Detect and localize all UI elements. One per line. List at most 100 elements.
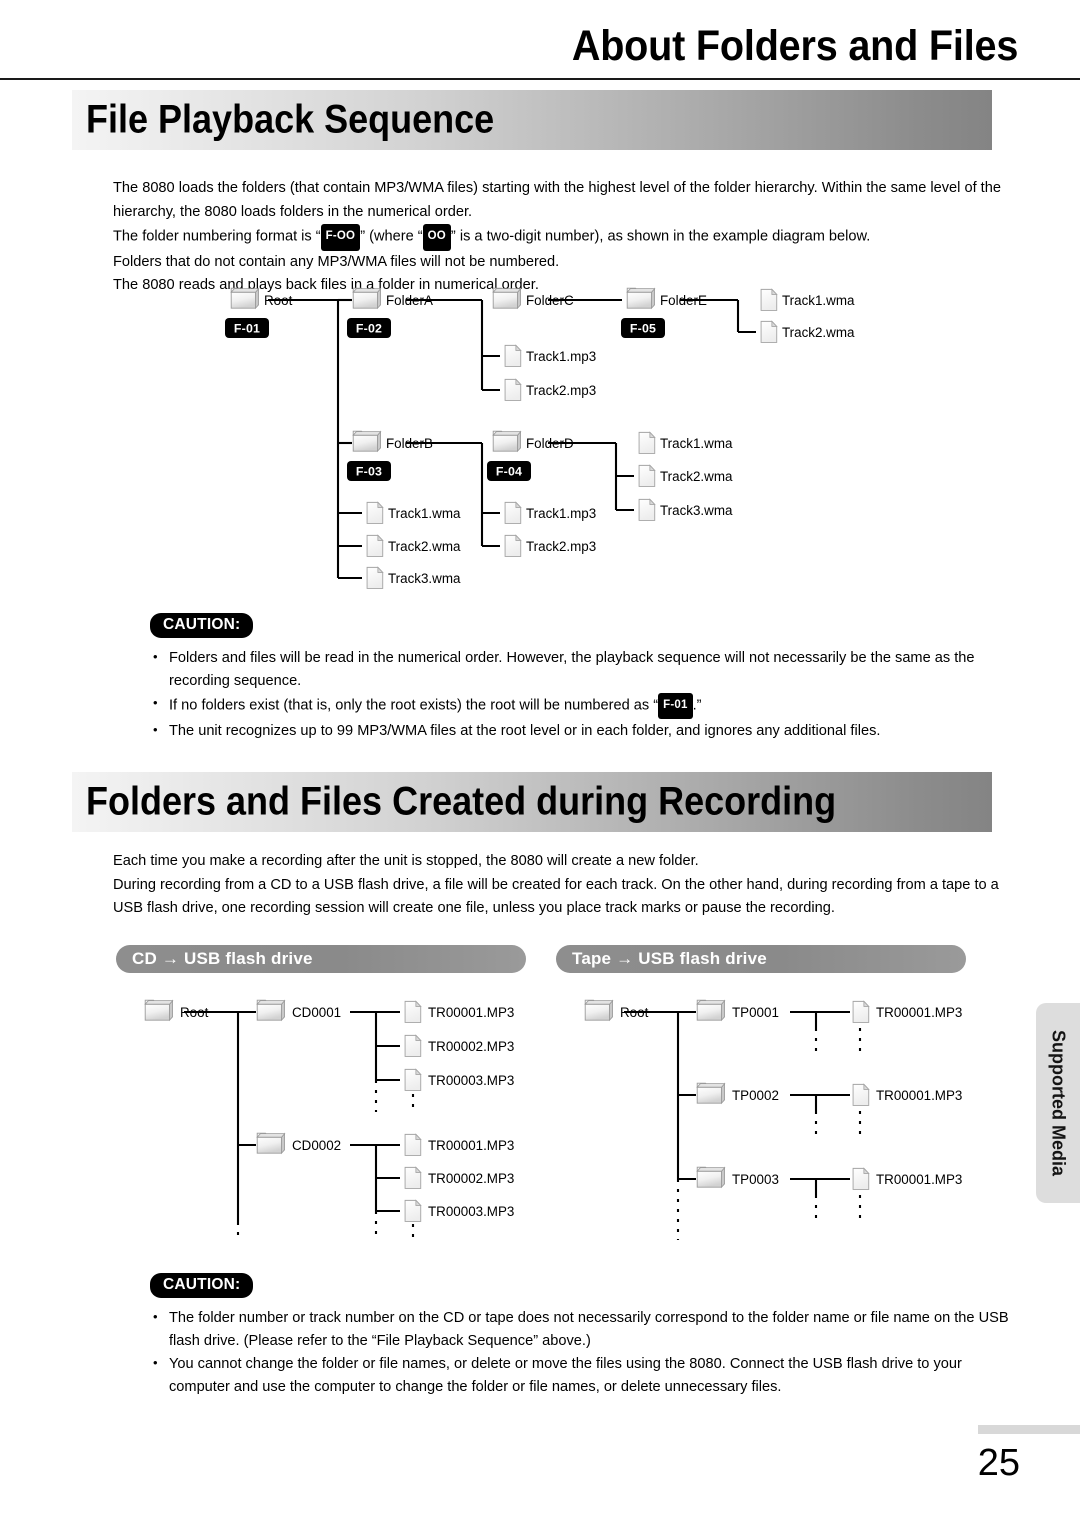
tree-label-foldera: FolderA bbox=[386, 293, 433, 308]
tape-label-tp3-file1: TR00001.MP3 bbox=[876, 1172, 962, 1187]
badge-label-f03: F-03 bbox=[356, 465, 382, 479]
file-icon-cd1-1 bbox=[404, 1000, 422, 1023]
caution-label-bottom: CAUTION: bbox=[150, 1273, 254, 1298]
side-tab-supported-media[interactable]: Supported Media bbox=[1036, 1003, 1080, 1203]
caution-item-top-2: If no folders exist (that is, only the r… bbox=[150, 692, 1010, 719]
tree-label-d-sub-2: Track2.mp3 bbox=[526, 539, 596, 554]
tree-label-d-file-3: Track3.wma bbox=[660, 503, 733, 518]
tape-label-tp1-file1: TR00001.MP3 bbox=[876, 1005, 962, 1020]
folder-icon-folderd bbox=[492, 430, 522, 452]
tree-label-root-file-1: Track1.wma bbox=[388, 506, 461, 521]
subsection-pill-cd: CD → USB flash drive bbox=[116, 945, 526, 973]
caution-item-top-3: The unit recognizes up to 99 MP3/WMA fil… bbox=[150, 719, 1010, 743]
cd-label-cd2-file3: TR00003.MP3 bbox=[428, 1204, 514, 1219]
subsection-label-tape: Tape → USB flash drive bbox=[572, 949, 767, 968]
cd-label-cd1-file3: TR00003.MP3 bbox=[428, 1073, 514, 1088]
tape-label-tp2-file1: TR00001.MP3 bbox=[876, 1088, 962, 1103]
cd-label-cd0002: CD0002 bbox=[292, 1138, 341, 1153]
tape-to-usb-diagram: Root TP0001 TR00001.MP3 TP0002 TR00001.M… bbox=[568, 990, 988, 1240]
file-icon-root-2 bbox=[366, 534, 384, 557]
recording-intro-text: Each time you make a recording after the… bbox=[113, 850, 1013, 921]
cd-label-cd1-file2: TR00002.MP3 bbox=[428, 1039, 514, 1054]
folder-icon-root bbox=[230, 287, 260, 309]
folder-icon-folderc bbox=[492, 287, 522, 309]
footer-rule bbox=[978, 1425, 1080, 1434]
tape-label-tp0001: TP0001 bbox=[732, 1005, 779, 1020]
badge-label-f02: F-02 bbox=[356, 322, 382, 336]
page-number: 25 bbox=[977, 1442, 1020, 1484]
side-tab-label: Supported Media bbox=[1048, 1029, 1069, 1177]
two-digit-badge: OO bbox=[422, 224, 451, 251]
tree-label-c-file-1: Track1.mp3 bbox=[526, 349, 596, 364]
file-playback-tree-diagram: Root F-01 FolderA F-02 FolderC FolderE F… bbox=[210, 278, 910, 598]
tree-label-e-file-2: Track2.wma bbox=[782, 325, 855, 340]
folder-icon-tp0001 bbox=[696, 999, 726, 1021]
tree-label-d-file-1: Track1.wma bbox=[660, 436, 733, 451]
caution-item-bottom-1: The folder number or track number on the… bbox=[150, 1306, 1010, 1352]
page-header: About Folders and Files bbox=[0, 0, 1080, 80]
cd-label-cd2-file2: TR00002.MP3 bbox=[428, 1171, 514, 1186]
file-icon-c-1 bbox=[504, 344, 522, 367]
tree-label-root-file-2: Track2.wma bbox=[388, 539, 461, 554]
recording-paragraph-2: During recording from a CD to a USB flas… bbox=[113, 876, 999, 917]
tape-label-tp0003: TP0003 bbox=[732, 1172, 779, 1187]
intro-text-c: ” is a two-digit number), as shown in th… bbox=[450, 228, 871, 245]
folder-icon-tape-root bbox=[584, 999, 614, 1021]
folder-icon-foldera bbox=[352, 287, 382, 309]
file-icon-root-3 bbox=[366, 566, 384, 589]
tree-label-folderd: FolderD bbox=[526, 436, 574, 451]
recording-paragraph-1: Each time you make a recording after the… bbox=[113, 853, 699, 869]
file-icon-d-2 bbox=[638, 464, 656, 487]
caution-label-top: CAUTION: bbox=[150, 613, 254, 638]
cd-label-cd0001: CD0001 bbox=[292, 1005, 341, 1020]
section-banner-file-playback: File Playback Sequence bbox=[72, 90, 992, 150]
intro-text-a: The folder numbering format is “ bbox=[113, 228, 321, 245]
badge-label-f04: F-04 bbox=[496, 465, 522, 479]
subsection-label-cd: CD → USB flash drive bbox=[132, 949, 313, 968]
caution-f01-badge: F-01 bbox=[658, 693, 693, 719]
section-banner-recording: Folders and Files Created during Recordi… bbox=[72, 772, 992, 832]
header-divider bbox=[0, 78, 1080, 80]
folder-icon-cd0001 bbox=[256, 999, 286, 1021]
file-icon-d-1 bbox=[638, 431, 656, 454]
file-icon-tp2-1 bbox=[852, 1083, 870, 1106]
folder-icon-tp0002 bbox=[696, 1082, 726, 1104]
intro-paragraph-3: Folders that do not contain any MP3/WMA … bbox=[113, 253, 560, 270]
file-icon-e-1 bbox=[760, 288, 778, 311]
file-icon-d-sub-1 bbox=[504, 501, 522, 524]
file-icon-d-3 bbox=[638, 498, 656, 521]
file-icon-tp1-1 bbox=[852, 1000, 870, 1023]
folder-icon-cd-root bbox=[144, 999, 174, 1021]
folder-format-badge: F-OO bbox=[320, 224, 361, 251]
caution-list-bottom: The folder number or track number on the… bbox=[150, 1306, 1010, 1398]
tree-label-c-file-2: Track2.mp3 bbox=[526, 383, 596, 398]
caution-block-bottom: CAUTION: The folder number or track numb… bbox=[150, 1273, 1010, 1399]
file-icon-cd2-1 bbox=[404, 1133, 422, 1156]
intro-text-b: ” (where “ bbox=[360, 228, 423, 245]
file-icon-cd1-3 bbox=[404, 1068, 422, 1091]
badge-label-f01: F-01 bbox=[234, 322, 260, 336]
tree-label-foldere: FolderE bbox=[660, 293, 707, 308]
caution-item-top-2-tail: .” bbox=[692, 697, 702, 714]
folder-icon-tp0003 bbox=[696, 1166, 726, 1188]
cd-label-cd1-file1: TR00001.MP3 bbox=[428, 1005, 514, 1020]
cd-label-root: Root bbox=[180, 1005, 209, 1020]
file-icon-c-2 bbox=[504, 378, 522, 401]
file-icon-cd1-2 bbox=[404, 1034, 422, 1057]
caution-block-top: CAUTION: Folders and files will be read … bbox=[150, 613, 1010, 743]
intro-paragraph-1: The 8080 loads the folders (that contain… bbox=[113, 180, 1001, 220]
caution-item-top-2-text: If no folders exist (that is, only the r… bbox=[169, 697, 659, 714]
tree-label-e-file-1: Track1.wma bbox=[782, 293, 855, 308]
intro-paragraph-2: The folder numbering format is “F-OO” (w… bbox=[113, 224, 1013, 251]
badge-label-f05: F-05 bbox=[630, 322, 656, 336]
tree-label-d-sub-1: Track1.mp3 bbox=[526, 506, 596, 521]
tape-label-root: Root bbox=[620, 1005, 649, 1020]
file-icon-cd2-3 bbox=[404, 1199, 422, 1222]
tape-label-tp0002: TP0002 bbox=[732, 1088, 779, 1103]
cd-label-cd2-file1: TR00001.MP3 bbox=[428, 1138, 514, 1153]
tree-label-root-file-3: Track3.wma bbox=[388, 571, 461, 586]
page-title: About Folders and Files bbox=[571, 22, 1019, 70]
file-icon-cd2-2 bbox=[404, 1166, 422, 1189]
subsection-pill-tape: Tape → USB flash drive bbox=[556, 945, 966, 973]
cd-to-usb-diagram: Root CD0001 TR00001.MP3 TR00002.MP3 TR00… bbox=[128, 990, 548, 1240]
